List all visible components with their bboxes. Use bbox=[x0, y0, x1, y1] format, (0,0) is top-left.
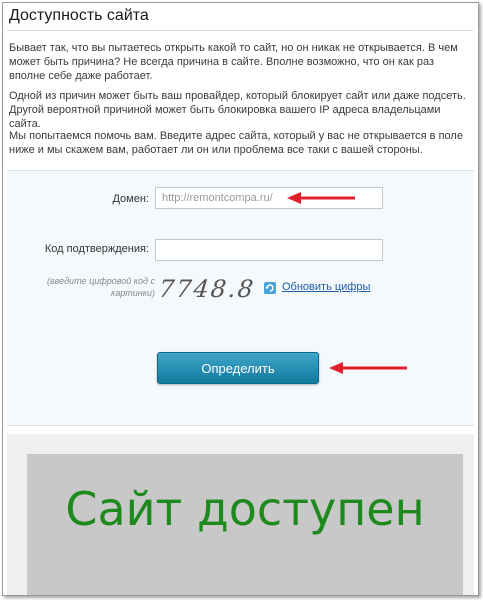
page-title: Доступность сайта bbox=[9, 7, 149, 24]
domain-label: Домен: bbox=[112, 193, 149, 205]
code-input[interactable] bbox=[155, 239, 383, 261]
result-panel: Сайт доступен bbox=[27, 454, 463, 595]
captcha-hint: (введите цифровой код с картинки) bbox=[46, 276, 155, 298]
check-form: Домен: Код подтверждения: (введите цифро… bbox=[7, 170, 474, 426]
intro-paragraph-3: Мы попытаемся помочь вам. Введите адрес … bbox=[9, 130, 463, 156]
refresh-captcha-link[interactable]: Обновить цифры bbox=[282, 281, 370, 293]
red-arrow-left-icon bbox=[329, 362, 407, 374]
refresh-icon[interactable] bbox=[264, 282, 276, 294]
result-status-text: Сайт доступен bbox=[65, 482, 425, 536]
page-frame: Доступность сайта Бывает так, что вы пыт… bbox=[2, 2, 479, 596]
intro-paragraph-1: Бывает так, что вы пытаетесь открыть как… bbox=[9, 42, 458, 82]
captcha-image: 7748.8 bbox=[157, 275, 257, 303]
red-arrow-left-icon bbox=[287, 192, 355, 204]
code-label: Код подтверждения: bbox=[44, 243, 149, 255]
title-divider bbox=[7, 30, 473, 31]
determine-button[interactable]: Определить bbox=[157, 352, 319, 384]
intro-paragraph-2: Одной из причин может быть ваш провайдер… bbox=[9, 90, 466, 130]
result-area: Сайт доступен bbox=[7, 434, 474, 595]
